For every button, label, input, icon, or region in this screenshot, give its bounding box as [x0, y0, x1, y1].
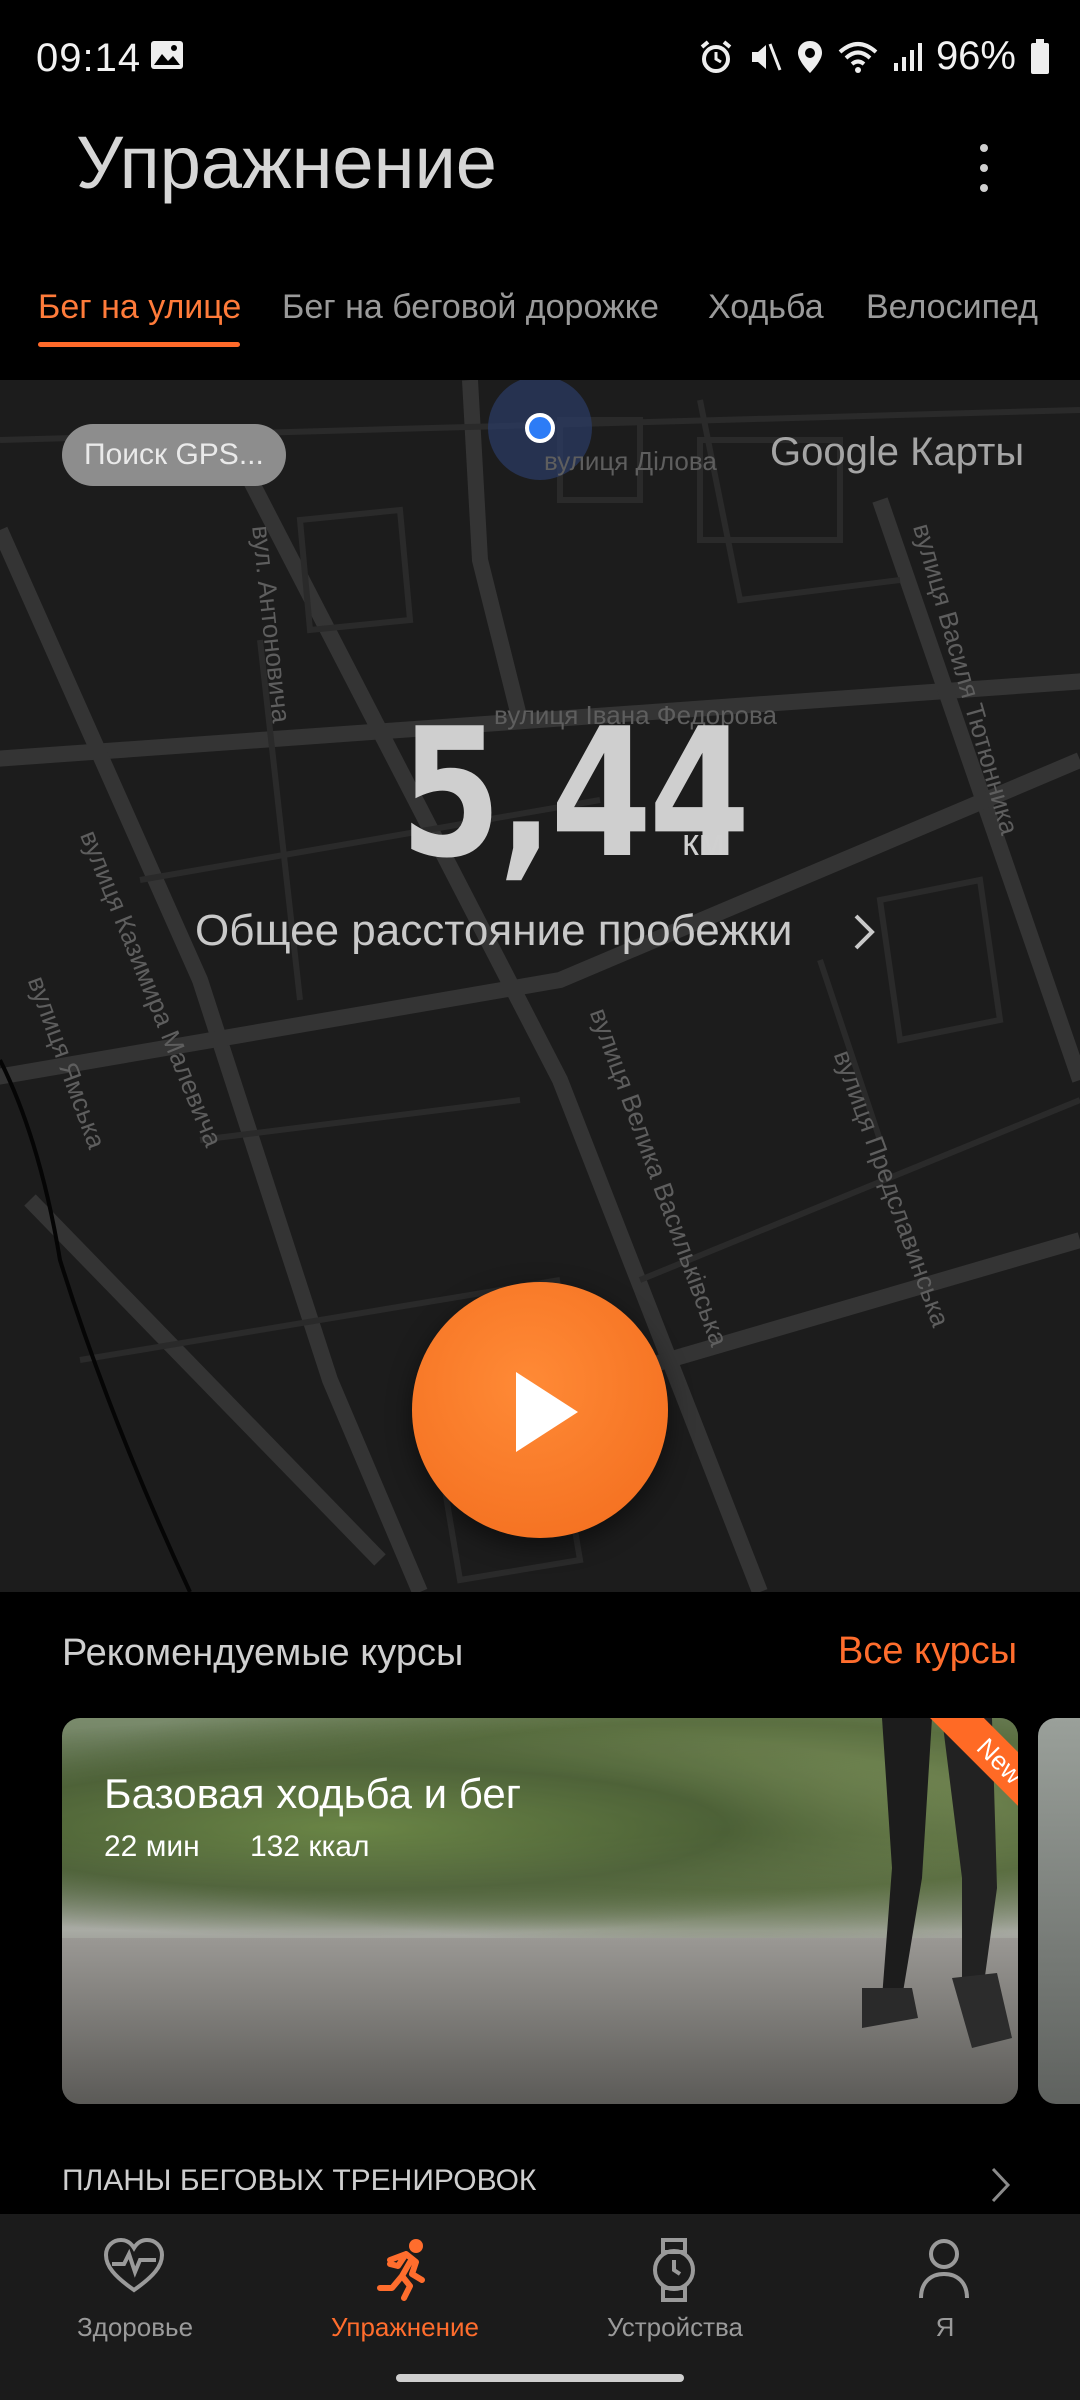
page-title: Упражнение	[76, 121, 497, 204]
nav-exercise-label: Упражнение	[331, 2312, 479, 2342]
course-duration: 22 мин	[104, 1830, 200, 1863]
nav-exercise[interactable]	[304, 2238, 504, 2307]
recommended-courses-title: Рекомендуемые курсы	[62, 1632, 464, 1674]
nav-health[interactable]	[34, 2237, 234, 2299]
total-distance-link[interactable]: Общее расстояние пробежки	[195, 906, 792, 956]
gps-status-pill: Поиск GPS...	[62, 424, 286, 486]
status-time: 09:14	[36, 36, 142, 80]
mute-icon	[748, 40, 782, 74]
nav-devices-label: Устройства	[606, 2312, 744, 2342]
active-tab-indicator	[38, 342, 240, 347]
running-icon	[377, 2239, 425, 2301]
next-course-card[interactable]	[1038, 1718, 1080, 2104]
image-icon	[150, 40, 184, 75]
tab-walking[interactable]: Ходьба	[708, 288, 824, 327]
home-indicator[interactable]	[396, 2374, 684, 2382]
watch-icon	[653, 2238, 695, 2302]
more-vert-icon	[980, 144, 988, 152]
wifi-icon	[838, 40, 878, 74]
nav-devices[interactable]	[574, 2238, 774, 2307]
new-badge: New	[900, 1718, 1018, 1836]
distance-unit: км	[682, 822, 725, 864]
running-plans-link[interactable]: ПЛАНЫ БЕГОВЫХ ТРЕНИРОВОК	[62, 2164, 536, 2198]
exercise-tabs: Бег на улице Бег на беговой дорожке Ходь…	[0, 270, 1080, 370]
nav-health-label: Здоровье	[76, 2312, 194, 2342]
play-icon	[516, 1372, 578, 1452]
all-courses-link[interactable]: Все курсы	[838, 1630, 1017, 1673]
map-provider-label: Google Карты	[770, 430, 1025, 474]
chevron-right-icon	[990, 2166, 1012, 2209]
course-calories: 132 ккал	[250, 1830, 370, 1863]
total-distance-value: 5,44	[400, 690, 750, 897]
more-options-button[interactable]	[960, 128, 1008, 208]
tab-outdoor-run[interactable]: Бег на улице	[38, 288, 241, 327]
nav-me[interactable]	[844, 2238, 1044, 2305]
person-icon	[919, 2239, 969, 2299]
status-icons: 96%	[698, 34, 1050, 79]
tab-cycling[interactable]: Велосипед	[866, 288, 1038, 327]
nav-me-label: Я	[935, 2312, 955, 2342]
course-title: Базовая ходьба и бег	[104, 1770, 522, 1817]
heart-pulse-icon	[103, 2237, 165, 2293]
chevron-right-icon	[852, 912, 876, 957]
location-icon	[796, 39, 824, 75]
battery-text: 96%	[935, 34, 1016, 78]
tab-treadmill-run[interactable]: Бег на беговой дорожке	[282, 288, 659, 327]
alarm-icon	[698, 39, 734, 75]
street-label: вулиця Ділова	[544, 446, 717, 476]
signal-icon	[892, 41, 922, 73]
battery-icon	[1030, 38, 1050, 75]
